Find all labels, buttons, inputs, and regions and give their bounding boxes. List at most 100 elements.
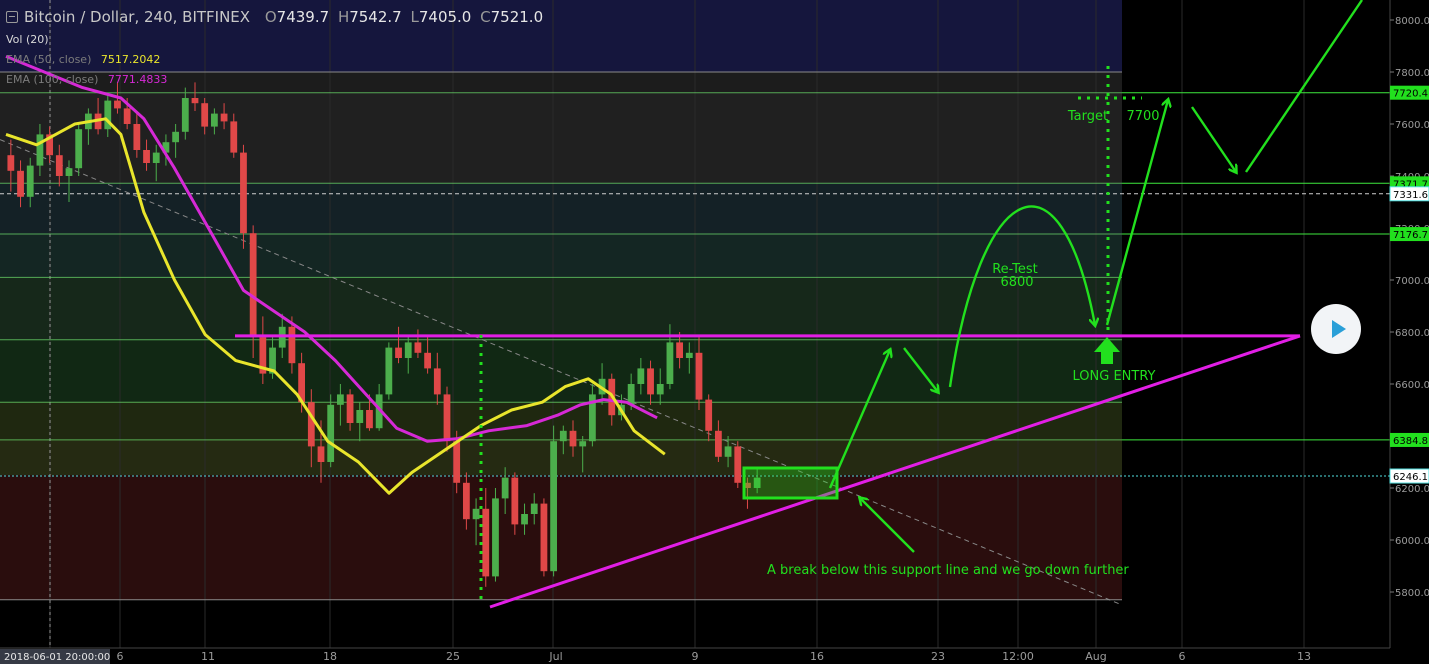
open-value: 7439.7: [276, 8, 330, 26]
play-icon: [1332, 320, 1346, 338]
candle-body: [414, 342, 422, 353]
candle-body: [540, 503, 548, 572]
candle-body: [666, 342, 674, 384]
candle-body: [404, 342, 412, 358]
price-badge-label: 6384.8: [1393, 436, 1428, 447]
price-tick-label: 6000.0: [1395, 536, 1429, 547]
time-label: 23: [931, 650, 945, 663]
ema100-indicator[interactable]: EMA (100, close) 7771.4833: [6, 73, 167, 86]
candle-body: [210, 113, 218, 127]
candle-body: [714, 430, 722, 457]
candle-body: [36, 134, 44, 166]
price-tick-label: 7600.0: [1395, 120, 1429, 131]
price-badge-label: 6246.1: [1393, 472, 1428, 483]
candle-body: [501, 477, 509, 499]
candle-body: [65, 168, 73, 176]
candle-body: [685, 352, 693, 358]
candle-body: [472, 508, 480, 520]
candle-body: [133, 124, 141, 150]
time-label: 11: [201, 650, 215, 663]
fib-zone-6: [0, 339, 1122, 403]
price-tick-label: 7000.0: [1395, 276, 1429, 287]
candle-body: [559, 430, 567, 442]
candle-body: [346, 394, 354, 423]
candle-body: [26, 165, 34, 197]
time-label: 16: [810, 650, 824, 663]
candle-body: [366, 410, 373, 429]
time-label: 2018-06-01 20:00:00: [4, 652, 110, 663]
price-tick-label: 8000.0: [1395, 16, 1429, 27]
candle-body: [307, 402, 315, 447]
candle-body: [424, 352, 432, 369]
price-axis: 8000.07800.07600.07400.07200.07000.06800…: [1389, 0, 1429, 664]
candle-body: [385, 347, 393, 395]
candle-body: [356, 410, 364, 423]
time-label: Aug: [1085, 650, 1106, 663]
fib-zone-1: [0, 72, 1122, 93]
candle-body: [647, 368, 654, 395]
collapse-icon[interactable]: [6, 11, 18, 23]
price-badge-label: 7720.4: [1393, 89, 1428, 100]
time-label: 13: [1297, 650, 1311, 663]
candle-body: [336, 394, 344, 405]
candle-body: [395, 347, 402, 358]
candle-body: [695, 352, 703, 400]
candle-body: [569, 430, 577, 447]
fib-zone-4: [0, 233, 1122, 278]
price-tick-label: 6200.0: [1395, 484, 1429, 495]
candle-body: [240, 152, 247, 234]
candle-body: [637, 368, 645, 384]
candle-body: [317, 446, 325, 462]
close-value: 7521.0: [490, 8, 544, 26]
price-tick-label: 7800.0: [1395, 68, 1429, 79]
time-label: Jul: [548, 650, 562, 663]
symbol-header: Bitcoin / Dollar, 240, BITFINEX O7439.7 …: [6, 8, 547, 26]
price-tick-label: 6600.0: [1395, 380, 1429, 391]
price-badge-label: 7331.6: [1393, 190, 1428, 201]
candle-body: [724, 446, 732, 457]
time-axis: 2018-06-01 20:00:00 6 11 18 25 Jul 9 16 23 12:00 A…: [0, 647, 1390, 664]
candle-body: [114, 100, 121, 109]
candle-body: [550, 441, 558, 572]
play-button[interactable]: [1311, 304, 1361, 354]
price-tick-label: 6800.0: [1395, 328, 1429, 339]
price-chart[interactable]: 8000.07800.07600.07400.07200.07000.06800…: [0, 0, 1429, 664]
candle-body: [521, 514, 528, 525]
candle-body: [656, 384, 664, 395]
time-label: 6: [1179, 650, 1186, 663]
time-label: 6: [117, 650, 124, 663]
candle-body: [443, 394, 451, 442]
entry-box[interactable]: [742, 466, 839, 500]
candle-body: [433, 368, 441, 395]
fib-zone-5: [0, 277, 1122, 340]
long-entry-label: LONG ENTRY: [1073, 369, 1156, 384]
candle-body: [734, 446, 742, 483]
candle-body: [462, 482, 470, 520]
candle-body: [152, 152, 160, 163]
candle-body: [327, 404, 335, 462]
fib-zone-2: [0, 92, 1122, 184]
candle-body: [249, 233, 257, 338]
candle-body: [492, 498, 499, 577]
ema50-indicator[interactable]: EMA (50, close) 7517.2042: [6, 53, 160, 66]
ema100-value: 7771.4833: [107, 73, 168, 86]
candle-body: [579, 441, 587, 447]
fib-zone-8: [0, 439, 1122, 475]
candle-body: [220, 113, 228, 122]
candle-body: [123, 108, 131, 124]
candle-body: [288, 326, 296, 364]
candle-body: [511, 477, 519, 525]
candle-body: [201, 103, 209, 127]
candle-body: [230, 121, 238, 153]
price-tick-label: 5800.0: [1395, 588, 1429, 599]
vol-indicator[interactable]: Vol (20): [6, 33, 49, 46]
candle-body: [172, 131, 180, 143]
ema50-value: 7517.2042: [100, 53, 161, 66]
candle-body: [143, 150, 150, 163]
candle-body: [482, 508, 490, 577]
candle-body: [75, 129, 83, 169]
candle-body: [453, 441, 461, 483]
time-label: 12:00: [1002, 650, 1034, 663]
candle-body: [7, 155, 15, 171]
candle-body: [676, 342, 684, 358]
